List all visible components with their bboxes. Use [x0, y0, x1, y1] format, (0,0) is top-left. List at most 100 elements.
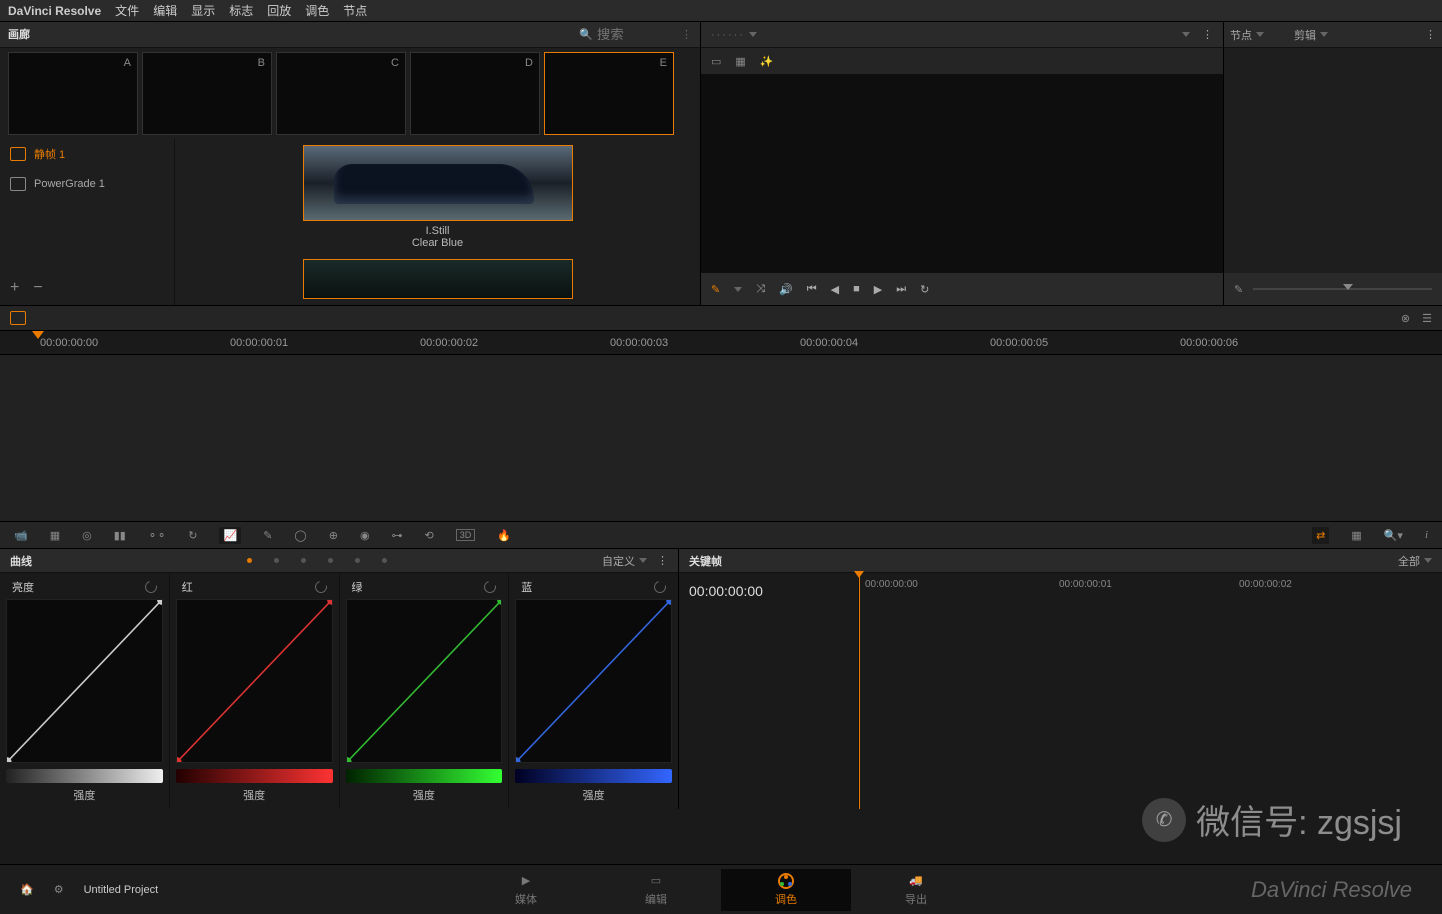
intensity-bar[interactable]	[515, 769, 672, 783]
next-clip-icon[interactable]: ⏭	[896, 283, 906, 296]
3d-icon[interactable]: 3D	[456, 529, 476, 541]
blur-icon[interactable]: ◉	[360, 529, 370, 542]
curve-mode-dot[interactable]	[247, 558, 252, 563]
curve-plot[interactable]	[6, 599, 163, 763]
home-icon[interactable]: 🏠	[20, 883, 34, 896]
intensity-bar[interactable]	[346, 769, 503, 783]
still-thumbnail-2[interactable]	[303, 259, 573, 299]
reset-icon[interactable]	[652, 579, 668, 595]
curve-mode-dot[interactable]	[382, 558, 387, 563]
chevron-down-icon[interactable]	[749, 32, 757, 37]
sidebar-powergrade[interactable]: PowerGrade 1	[0, 169, 174, 199]
chevron-down-icon[interactable]	[734, 287, 742, 292]
step-back-icon[interactable]: ◀	[831, 283, 839, 296]
window-icon[interactable]: ◯	[294, 529, 306, 542]
sizing-icon[interactable]: ⟲	[425, 529, 434, 542]
grid-icon[interactable]: ▦	[1351, 529, 1361, 542]
camera-raw-icon[interactable]: 📹	[14, 529, 28, 542]
curve-plot[interactable]	[176, 599, 333, 763]
page-tab-编辑[interactable]: ▭编辑	[591, 869, 721, 911]
menu-icon[interactable]: ⋮	[1425, 28, 1436, 41]
thumb-c[interactable]: C	[276, 52, 406, 135]
motion-icon[interactable]: ↻	[188, 529, 197, 542]
menu-mark[interactable]: 标志	[229, 2, 253, 19]
key-icon[interactable]: ⊶	[392, 529, 403, 542]
menu-playback[interactable]: 回放	[267, 2, 291, 19]
zoom-slider[interactable]	[1253, 288, 1432, 290]
curves-mode[interactable]: 自定义	[602, 553, 647, 569]
add-button[interactable]: +	[10, 279, 19, 297]
image-mode-icon[interactable]	[10, 311, 26, 325]
thumb-d[interactable]: D	[410, 52, 540, 135]
curve-绿[interactable]: 绿 强度	[340, 573, 510, 809]
keyframe-toggle-icon[interactable]: ⇄	[1312, 527, 1329, 544]
intensity-bar[interactable]	[6, 769, 163, 783]
tracker-icon[interactable]: ⊕	[329, 529, 338, 542]
curve-plot[interactable]	[346, 599, 503, 763]
menu-icon[interactable]: ⋮	[1202, 28, 1213, 41]
settings-icon[interactable]: ⚙	[54, 883, 64, 896]
curve-plot[interactable]	[515, 599, 672, 763]
thumb-e[interactable]: E	[544, 52, 674, 135]
page-tab-调色[interactable]: 调色	[721, 869, 851, 911]
thumb-a[interactable]: A	[8, 52, 138, 135]
fx-icon[interactable]: ⊗	[1401, 312, 1410, 325]
search-icon[interactable]: 🔍▾	[1384, 529, 1403, 542]
list-icon[interactable]: ☰	[1422, 312, 1432, 325]
thumb-b[interactable]: B	[142, 52, 272, 135]
still-thumbnail[interactable]	[303, 145, 573, 221]
nodes-tab[interactable]: 节点	[1230, 27, 1264, 43]
loop-icon[interactable]: ↻	[920, 283, 929, 296]
brush-icon[interactable]: ✎	[1234, 283, 1243, 296]
curve-mode-dot[interactable]	[355, 558, 360, 563]
color-match-icon[interactable]: ▦	[50, 529, 60, 542]
viewer-dropdown[interactable]	[1182, 32, 1190, 37]
wand-icon[interactable]: ✨	[760, 55, 774, 68]
curve-mode-dot[interactable]	[274, 558, 279, 563]
wheels-icon[interactable]: ◎	[82, 529, 92, 542]
viewer-canvas[interactable]	[701, 74, 1223, 273]
reset-icon[interactable]	[143, 579, 159, 595]
timeline-ruler[interactable]: 00:00:00:00 00:00:00:01 00:00:00:02 00:0…	[0, 331, 1442, 355]
page-tab-媒体[interactable]: ▶媒体	[461, 869, 591, 911]
search-input[interactable]	[597, 27, 677, 42]
search-box[interactable]: 🔍 ⋮	[579, 27, 692, 42]
info-icon[interactable]: i	[1425, 529, 1428, 541]
stop-icon[interactable]: ■	[853, 283, 860, 295]
prev-clip-icon[interactable]: ⏮	[807, 283, 817, 296]
shuffle-icon[interactable]: ⤨	[756, 283, 765, 296]
keyframe-mode[interactable]: 全部	[1398, 553, 1432, 569]
curve-蓝[interactable]: 蓝 强度	[509, 573, 678, 809]
page-tab-导出[interactable]: 🚚导出	[851, 869, 981, 911]
reset-icon[interactable]	[312, 579, 328, 595]
bars-icon[interactable]: ▮▮	[114, 529, 126, 542]
curve-mode-dot[interactable]	[328, 558, 333, 563]
curve-亮度[interactable]: 亮度 强度	[0, 573, 170, 809]
rgb-mixer-icon[interactable]: ⚬⚬	[148, 529, 166, 542]
curves-icon[interactable]: 📈	[219, 527, 241, 544]
grid-view-icon[interactable]: ▦	[735, 55, 745, 68]
nodes-canvas[interactable]	[1224, 48, 1442, 273]
menu-view[interactable]: 显示	[191, 2, 215, 19]
intensity-bar[interactable]	[176, 769, 333, 783]
flame-icon[interactable]: 🔥	[497, 529, 511, 542]
qualifier-icon[interactable]: ✎	[263, 529, 272, 542]
keyframe-timeline[interactable]: 00:00:00:00 00:00:00:01 00:00:00:02	[859, 573, 1442, 809]
sidebar-stills[interactable]: 静帧 1	[0, 139, 174, 169]
volume-icon[interactable]: 🔊	[779, 283, 793, 296]
play-icon[interactable]: ▶	[874, 283, 882, 296]
menu-nodes[interactable]: 节点	[343, 2, 367, 19]
single-view-icon[interactable]: ▭	[711, 55, 721, 68]
menu-edit[interactable]: 编辑	[153, 2, 177, 19]
clips-tab[interactable]: 剪辑	[1294, 27, 1328, 43]
menu-icon[interactable]: ⋮	[657, 554, 668, 567]
menu-color[interactable]: 调色	[305, 2, 329, 19]
eyedropper-icon[interactable]: ✎	[711, 283, 720, 296]
menu-file[interactable]: 文件	[115, 2, 139, 19]
timeline-body[interactable]	[0, 355, 1442, 521]
curve-mode-dot[interactable]	[301, 558, 306, 563]
remove-button[interactable]: −	[33, 279, 42, 297]
menu-icon[interactable]: ⋮	[681, 28, 692, 41]
reset-icon[interactable]	[482, 579, 498, 595]
curve-红[interactable]: 红 强度	[170, 573, 340, 809]
